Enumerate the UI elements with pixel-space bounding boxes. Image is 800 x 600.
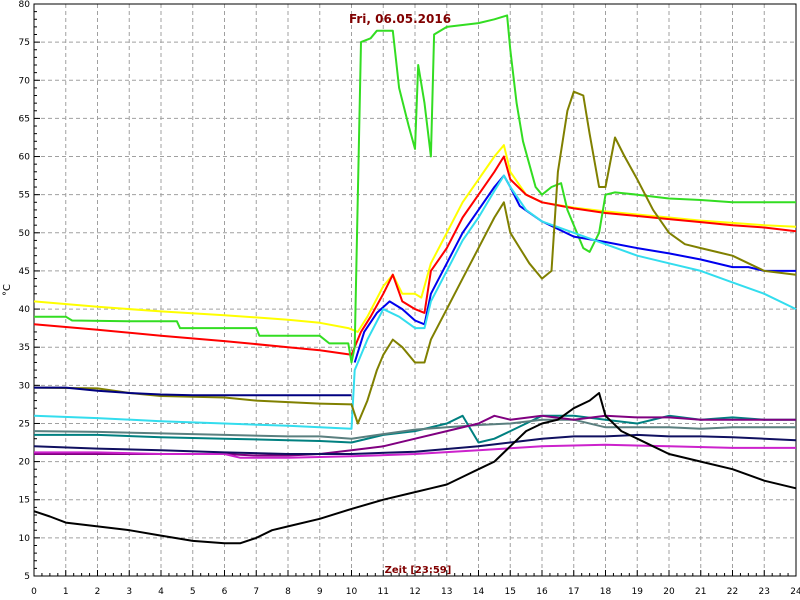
x-tick-label: 3 bbox=[126, 587, 132, 597]
y-tick-label: 70 bbox=[19, 76, 31, 86]
y-tick-label: 80 bbox=[19, 0, 31, 10]
x-tick-label: 24 bbox=[790, 587, 800, 597]
x-tick-label: 7 bbox=[253, 587, 259, 597]
x-tick-label: 21 bbox=[695, 587, 706, 597]
x-tick-label: 5 bbox=[190, 587, 196, 597]
y-axis-label: °C bbox=[2, 284, 13, 296]
x-tick-label: 17 bbox=[568, 587, 579, 597]
y-tick-label: 65 bbox=[19, 114, 30, 124]
y-tick-label: 60 bbox=[19, 153, 31, 163]
y-tick-label: 15 bbox=[19, 496, 30, 506]
y-tick-label: 30 bbox=[19, 381, 31, 391]
x-axis-label: Zeit [23:59] bbox=[385, 565, 452, 576]
temperature-chart: 0 1 2 3 4 5 6 7 8 9 10 11 12 13 14 15 16 17 18 19 20 21 22 23 24… bbox=[0, 0, 800, 600]
y-tick-label: 25 bbox=[19, 419, 30, 429]
chart-title: Fri, 06.05.2016 bbox=[349, 12, 451, 26]
x-tick-label: 0 bbox=[31, 587, 37, 597]
x-tick-label: 8 bbox=[285, 587, 291, 597]
y-tick-label: 75 bbox=[19, 38, 30, 48]
x-tick-label: 15 bbox=[505, 587, 516, 597]
x-tick-label: 11 bbox=[378, 587, 389, 597]
x-tick-label: 2 bbox=[95, 587, 101, 597]
y-tick-label: 40 bbox=[19, 305, 31, 315]
x-tick-label: 10 bbox=[346, 587, 358, 597]
y-tick-label: 45 bbox=[19, 267, 30, 277]
x-tick-label: 13 bbox=[441, 587, 452, 597]
x-tick-label: 16 bbox=[536, 587, 548, 597]
x-tick-label: 6 bbox=[222, 587, 228, 597]
x-tick-label: 14 bbox=[473, 587, 485, 597]
y-tick-label: 35 bbox=[19, 343, 30, 353]
x-tick-label: 4 bbox=[158, 587, 164, 597]
y-tick-label: 10 bbox=[19, 534, 31, 544]
x-tick-label: 18 bbox=[600, 587, 612, 597]
y-tick-label: 20 bbox=[19, 458, 31, 468]
y-tick-label: 55 bbox=[19, 191, 30, 201]
x-tick-label: 20 bbox=[663, 587, 675, 597]
x-tick-label: 19 bbox=[632, 587, 644, 597]
y-tick-label: 5 bbox=[24, 572, 30, 582]
x-tick-label: 1 bbox=[63, 587, 69, 597]
x-tick-label: 22 bbox=[727, 587, 738, 597]
x-tick-label: 9 bbox=[317, 587, 323, 597]
x-tick-label: 23 bbox=[759, 587, 770, 597]
y-tick-label: 50 bbox=[19, 229, 31, 239]
x-tick-label: 12 bbox=[409, 587, 420, 597]
